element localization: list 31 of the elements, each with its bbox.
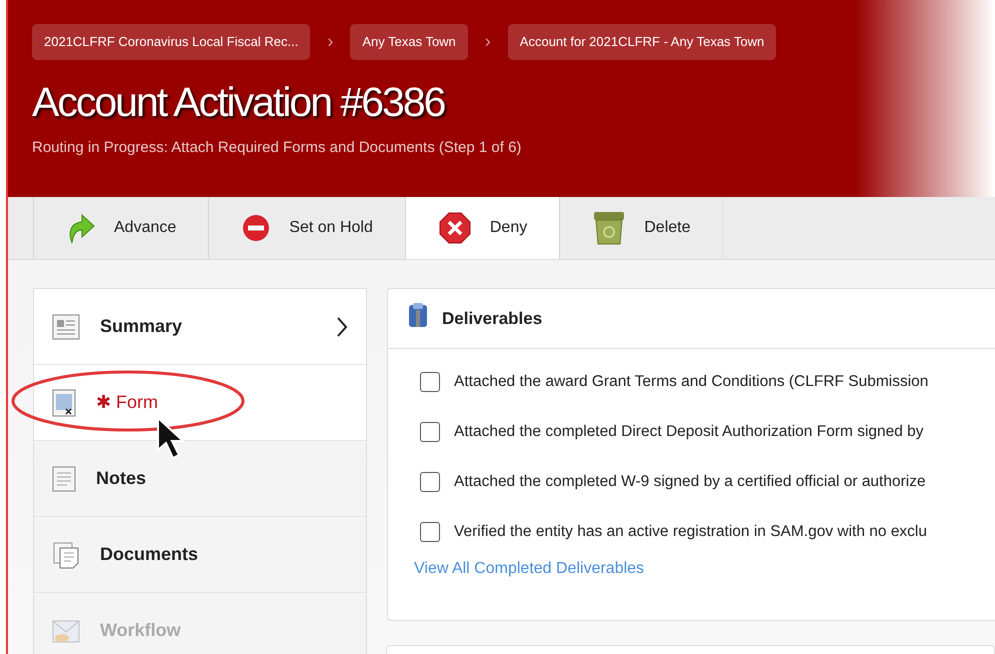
checkbox[interactable]	[420, 472, 440, 492]
deliverable-text: Attached the completed W-9 signed by a certified official or authorize	[454, 472, 926, 492]
breadcrumb-link[interactable]: Account for 2021CLFRF - Any Texas Town	[508, 24, 776, 60]
clipboard-icon	[408, 302, 428, 328]
breadcrumb-link[interactable]: Any Texas Town	[350, 24, 468, 60]
toolbar-button[interactable]: Deny	[404, 197, 560, 259]
deliverable-text: Attached the completed Direct Deposit Authorization Form signed by	[454, 422, 924, 442]
checkbox[interactable]	[420, 372, 440, 392]
toolbar-button[interactable]: Delete	[559, 197, 724, 259]
sidebar-item[interactable]: ✱ Form	[34, 365, 366, 441]
sidebar-item[interactable]: Documents	[34, 517, 366, 593]
checkbox[interactable]	[420, 522, 440, 542]
document-icon	[52, 466, 76, 492]
sidebar-item[interactable]: Summary	[34, 289, 366, 365]
deliverable-text: Verified the entity has an active registration in SAM.gov with no exclu	[454, 522, 927, 542]
no-entry-icon	[241, 213, 272, 243]
required-asterisk: ✱	[96, 392, 111, 412]
envelope-icon	[52, 618, 80, 644]
documents-icon	[52, 540, 80, 568]
breadcrumb-link[interactable]: 2021CLFRF Coronavirus Local Fiscal Rec...	[32, 24, 310, 60]
panel-title: Deliverables	[442, 308, 542, 330]
trash-can-icon	[592, 210, 626, 246]
close-icon	[438, 211, 472, 245]
deliverable-text: Attached the award Grant Terms and Conditions (CLFRF Submission	[454, 372, 928, 392]
separator-icon: ›	[310, 28, 350, 56]
status-subtitle: Routing in Progress: Attach Required Forms and Documents (Step 1 of 6)	[32, 138, 522, 158]
checkbox[interactable]	[420, 422, 440, 442]
page-title: Account Activation #6386	[32, 78, 446, 126]
form-icon	[52, 388, 76, 416]
newspaper-icon	[52, 314, 80, 340]
separator-icon: ›	[468, 28, 508, 56]
